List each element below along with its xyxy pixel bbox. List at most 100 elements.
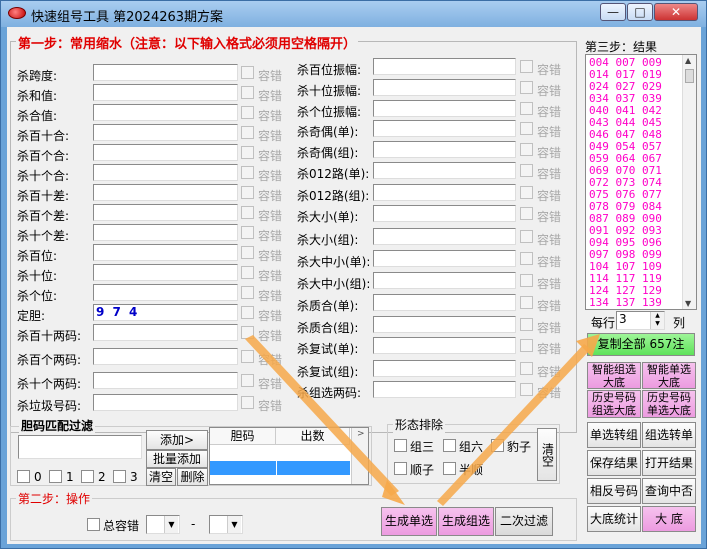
left-row-tol-checkbox[interactable] bbox=[241, 186, 254, 199]
right-row-tol-checkbox[interactable] bbox=[520, 339, 533, 352]
left-row-input[interactable] bbox=[93, 144, 238, 161]
result-action-button[interactable]: 历史号码 组选大底 bbox=[587, 390, 641, 418]
left-row-tol-checkbox[interactable] bbox=[241, 374, 254, 387]
right-row-input[interactable] bbox=[373, 79, 516, 96]
right-row-input[interactable] bbox=[373, 184, 516, 201]
tol-max-select[interactable]: ▼ bbox=[209, 515, 243, 534]
right-row-input[interactable] bbox=[373, 100, 516, 117]
dan-check-1[interactable] bbox=[49, 470, 62, 483]
right-row-input[interactable] bbox=[373, 205, 516, 222]
right-row-input[interactable] bbox=[373, 337, 516, 354]
left-row-tol-checkbox[interactable] bbox=[241, 206, 254, 219]
add-button[interactable]: 添加> bbox=[146, 430, 208, 450]
right-row-tol-checkbox[interactable] bbox=[520, 81, 533, 94]
right-row-tol-checkbox[interactable] bbox=[520, 318, 533, 331]
table-row[interactable] bbox=[210, 461, 350, 475]
maximize-button[interactable]: □ bbox=[627, 3, 653, 21]
stepper-up-icon[interactable]: ▲ bbox=[650, 312, 664, 320]
result-action-button[interactable]: 智能组选 大底 bbox=[587, 362, 641, 389]
col-header-dan[interactable]: 胆码 bbox=[210, 428, 276, 445]
right-row-tol-checkbox[interactable] bbox=[520, 102, 533, 115]
right-row-input[interactable] bbox=[373, 381, 516, 398]
dan-clear-button[interactable]: 清空 bbox=[146, 468, 176, 486]
left-row-tol-checkbox[interactable] bbox=[241, 166, 254, 179]
left-row-tol-checkbox[interactable] bbox=[241, 226, 254, 239]
left-row-input[interactable] bbox=[93, 324, 238, 341]
shape-option-checkbox[interactable] bbox=[394, 462, 407, 475]
right-row-tol-checkbox[interactable] bbox=[520, 252, 533, 265]
right-row-tol-checkbox[interactable] bbox=[520, 186, 533, 199]
result-list[interactable]: 004 007 009 014 017 019 024 027 029 034 037… bbox=[585, 54, 697, 310]
scroll-down-icon[interactable]: ▼ bbox=[685, 299, 691, 308]
gen-single-button[interactable]: 生成单选 bbox=[381, 507, 437, 536]
right-row-input[interactable] bbox=[373, 250, 516, 267]
right-row-input[interactable] bbox=[373, 294, 516, 311]
dan-code-input[interactable] bbox=[18, 435, 142, 459]
left-row-tol-checkbox[interactable] bbox=[241, 350, 254, 363]
shape-option-checkbox[interactable] bbox=[443, 462, 456, 475]
right-row-input[interactable] bbox=[373, 120, 516, 137]
dan-check-3[interactable] bbox=[113, 470, 126, 483]
left-row-input[interactable] bbox=[93, 348, 238, 365]
col-header-count[interactable]: 出数 bbox=[276, 428, 350, 445]
scroll-thumb[interactable] bbox=[685, 69, 694, 83]
left-row-tol-checkbox[interactable] bbox=[241, 266, 254, 279]
right-row-input[interactable] bbox=[373, 141, 516, 158]
left-row-tol-checkbox[interactable] bbox=[241, 126, 254, 139]
left-row-input[interactable] bbox=[93, 104, 238, 121]
right-row-input[interactable] bbox=[373, 316, 516, 333]
left-row-input[interactable] bbox=[93, 184, 238, 201]
right-row-input[interactable] bbox=[373, 360, 516, 377]
total-tol-checkbox[interactable] bbox=[87, 518, 100, 531]
left-row-input[interactable] bbox=[93, 394, 238, 411]
right-row-tol-checkbox[interactable] bbox=[520, 207, 533, 220]
right-row-tol-checkbox[interactable] bbox=[520, 383, 533, 396]
shape-clear-button[interactable]: 清空 bbox=[537, 428, 557, 481]
result-action-button[interactable]: 保存结果 bbox=[587, 450, 641, 476]
dan-table[interactable]: 胆码 出数 > bbox=[209, 427, 369, 485]
left-row-tol-checkbox[interactable] bbox=[241, 66, 254, 79]
result-action-button[interactable]: 组选转单 bbox=[642, 422, 696, 448]
left-row-input[interactable] bbox=[93, 264, 238, 281]
right-row-tol-checkbox[interactable] bbox=[520, 60, 533, 73]
shape-option-checkbox[interactable] bbox=[443, 439, 456, 452]
dan-delete-button[interactable]: 删除 bbox=[177, 468, 208, 486]
dan-check-2[interactable] bbox=[81, 470, 94, 483]
result-action-button[interactable]: 单选转组 bbox=[587, 422, 641, 448]
result-scrollbar[interactable]: ▲ ▼ bbox=[682, 55, 696, 309]
right-row-input[interactable] bbox=[373, 162, 516, 179]
per-row-stepper[interactable]: 3 ▲ ▼ bbox=[616, 311, 665, 330]
chevron-down-icon[interactable]: ▼ bbox=[227, 516, 241, 533]
result-action-button[interactable]: 打开结果 bbox=[642, 450, 696, 476]
left-row-tol-checkbox[interactable] bbox=[241, 326, 254, 339]
second-filter-button[interactable]: 二次过滤 bbox=[495, 507, 553, 536]
result-action-button[interactable]: 查询中否 bbox=[642, 478, 696, 504]
gen-group-button[interactable]: 生成组选 bbox=[438, 507, 494, 536]
right-row-tol-checkbox[interactable] bbox=[520, 164, 533, 177]
dan-check-0[interactable] bbox=[17, 470, 30, 483]
left-row-input[interactable] bbox=[93, 204, 238, 221]
left-row-tol-checkbox[interactable] bbox=[241, 146, 254, 159]
close-button[interactable]: ✕ bbox=[654, 3, 698, 21]
batch-add-button[interactable]: 批量添加 bbox=[146, 450, 208, 468]
shape-option-checkbox[interactable] bbox=[394, 439, 407, 452]
left-row-input[interactable] bbox=[93, 124, 238, 141]
left-row-tol-checkbox[interactable] bbox=[241, 286, 254, 299]
stepper-down-icon[interactable]: ▼ bbox=[650, 320, 664, 329]
tol-min-select[interactable]: ▼ bbox=[146, 515, 180, 534]
result-action-button[interactable]: 智能单选 大底 bbox=[642, 362, 696, 389]
right-row-tol-checkbox[interactable] bbox=[520, 122, 533, 135]
result-action-button[interactable]: 大底统计 bbox=[587, 506, 641, 532]
result-action-button[interactable]: 大 底 bbox=[642, 506, 696, 532]
right-row-tol-checkbox[interactable] bbox=[520, 296, 533, 309]
shape-option-checkbox[interactable] bbox=[491, 439, 504, 452]
result-action-button[interactable]: 相反号码 bbox=[587, 478, 641, 504]
result-action-button[interactable]: 历史号码 单选大底 bbox=[642, 390, 696, 418]
left-row-input[interactable] bbox=[93, 244, 238, 261]
left-row-tol-checkbox[interactable] bbox=[241, 306, 254, 319]
minimize-button[interactable]: — bbox=[600, 3, 626, 21]
scroll-up-icon[interactable]: ▲ bbox=[685, 56, 691, 65]
left-row-tol-checkbox[interactable] bbox=[241, 396, 254, 409]
right-row-input[interactable] bbox=[373, 228, 516, 245]
chevron-down-icon[interactable]: ▼ bbox=[164, 516, 178, 533]
